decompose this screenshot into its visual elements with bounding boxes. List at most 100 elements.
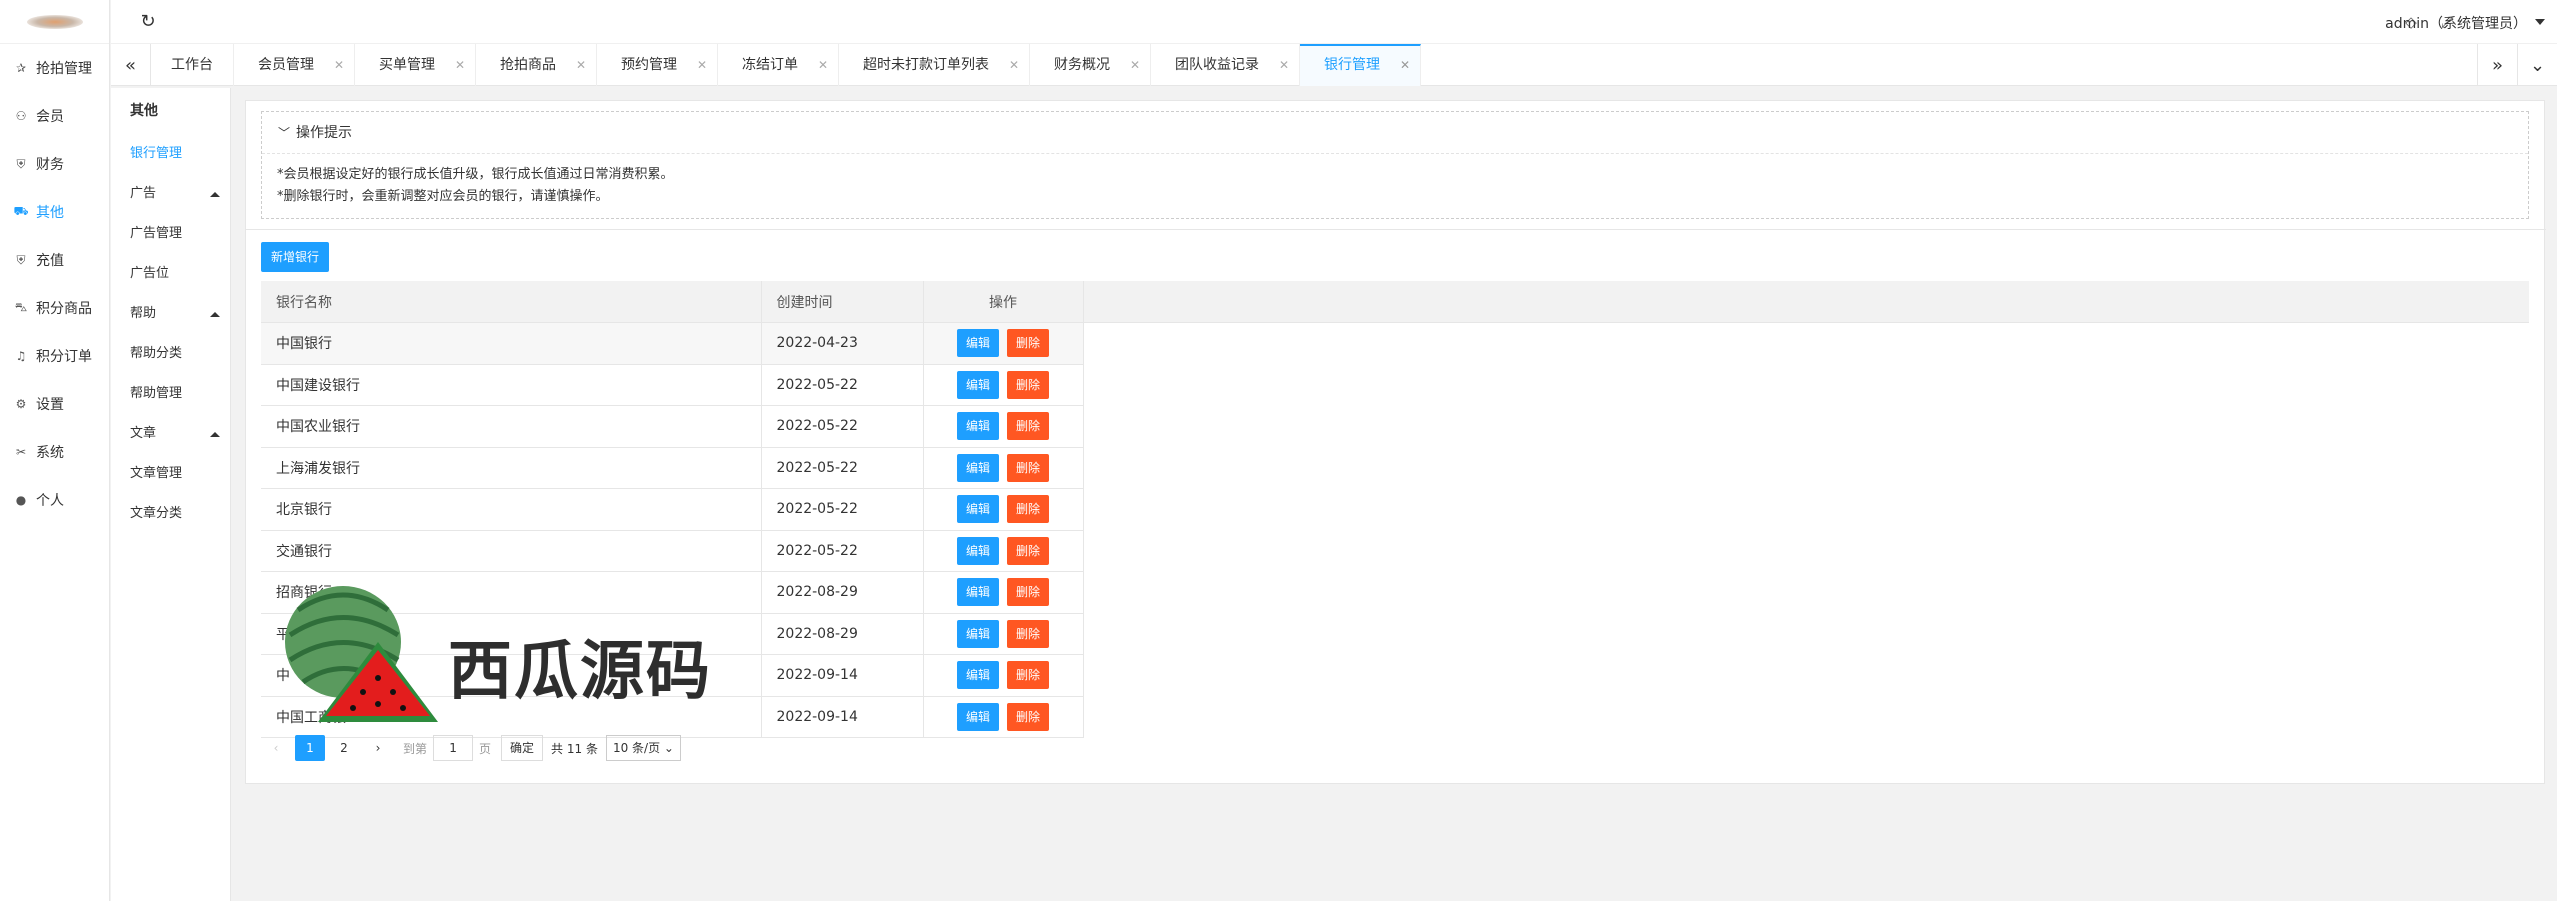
tips-header[interactable]: ﹀ 操作提示 (262, 112, 2528, 154)
cart-icon: ⛍ (14, 300, 28, 314)
tab-item[interactable]: 抢拍商品 ✕ (476, 44, 597, 86)
sidebar-item[interactable]: ⛍ 积分商品 (0, 284, 109, 332)
close-icon[interactable]: ✕ (1269, 44, 1299, 86)
edit-button[interactable]: 编辑 (956, 412, 999, 441)
prev-page-icon[interactable]: ‹ (261, 735, 291, 761)
tabs-scroll-left-icon[interactable]: « (111, 44, 151, 86)
sidebar-item[interactable]: ⚙ 设置 (0, 380, 109, 428)
total-count: 共 11 条 (551, 741, 598, 756)
cell-filler (1083, 572, 2529, 614)
tab-item[interactable]: 财务概况 ✕ (1030, 44, 1151, 86)
tab-label: 银行管理 (1324, 57, 1380, 73)
tab-item[interactable]: 冻结订单 ✕ (718, 44, 839, 86)
delete-button[interactable]: 删除 (1007, 619, 1050, 648)
delete-button[interactable]: 删除 (1007, 702, 1050, 731)
chevron-down-icon[interactable] (2535, 19, 2545, 25)
subnav-group-article[interactable]: 文章 (111, 414, 230, 454)
tab-item[interactable]: 预约管理 ✕ (597, 44, 718, 86)
tab-item[interactable]: 买单管理 ✕ (355, 44, 476, 86)
close-icon[interactable]: ✕ (566, 44, 596, 86)
edit-button[interactable]: 编辑 (956, 370, 999, 399)
tab-item[interactable]: 工作台 (151, 44, 234, 86)
goto-label: 到第 (403, 741, 428, 756)
delete-button[interactable]: 删除 (1007, 495, 1050, 524)
close-icon[interactable]: ✕ (445, 44, 475, 86)
tips-title: 操作提示 (296, 125, 353, 141)
subnav-title: 其他 (130, 103, 158, 119)
cell-created: 2022-05-22 (761, 488, 924, 531)
sidebar-item[interactable]: ⛨ 财务 (0, 140, 109, 188)
delete-button[interactable]: 删除 (1007, 453, 1050, 482)
tips-line: *会员根据设定好的银行成长值升级，银行成长值通过日常消费积累。 (277, 167, 674, 182)
refresh-icon[interactable]: ↻ (137, 11, 159, 33)
tab-label: 工作台 (171, 57, 213, 73)
subnav-item-article-category[interactable]: 文章分类 (111, 494, 230, 534)
tab-item[interactable]: 团队收益记录 ✕ (1151, 44, 1300, 86)
column-header-created[interactable]: 创建时间 (761, 281, 924, 323)
close-icon[interactable]: ✕ (324, 44, 354, 86)
subnav-item-ad-position[interactable]: 广告位 (111, 254, 230, 294)
sidebar-item[interactable]: ⛨ 充值 (0, 236, 109, 284)
delete-button[interactable]: 删除 (1007, 578, 1050, 607)
sidebar-item[interactable]: ✰ 抢拍管理 (0, 44, 109, 92)
close-icon[interactable]: ✕ (808, 44, 838, 86)
goto-page-input[interactable]: 1 (433, 735, 474, 761)
close-icon[interactable]: ✕ (999, 44, 1029, 86)
tab-item[interactable]: 会员管理 ✕ (234, 44, 355, 86)
subnav-item-bank[interactable]: 银行管理 (111, 134, 230, 174)
tab-item[interactable]: 超时未打款订单列表 ✕ (839, 44, 1030, 86)
delete-button[interactable]: 删除 (1007, 329, 1050, 358)
app-logo[interactable] (0, 0, 109, 44)
sidebar-item[interactable]: ● 个人 (0, 476, 109, 524)
delete-button[interactable]: 删除 (1007, 370, 1050, 399)
edit-button[interactable]: 编辑 (956, 495, 999, 524)
page-2[interactable]: 2 (329, 735, 359, 761)
close-icon[interactable]: ✕ (687, 44, 717, 86)
goto-confirm-button[interactable]: 确定 (501, 735, 544, 761)
cell-bank-name: 中国建设银行 (261, 364, 762, 406)
cell-ops: 编辑 删除 (923, 613, 1084, 655)
subnav-item-ad-manage[interactable]: 广告管理 (111, 214, 230, 254)
edit-button[interactable]: 编辑 (956, 536, 999, 565)
tab-label: 超时未打款订单列表 (863, 57, 989, 73)
close-icon[interactable]: ✕ (1120, 44, 1150, 86)
next-page-icon[interactable]: › (363, 735, 393, 761)
edit-button[interactable]: 编辑 (956, 661, 999, 690)
page-size-value: 10 条/页 (612, 741, 661, 755)
delete-button[interactable]: 删除 (1007, 412, 1050, 441)
column-header-filler (1083, 281, 2529, 323)
delete-button[interactable]: 删除 (1007, 536, 1050, 565)
sidebar-item[interactable]: ⛟ 其他 (0, 188, 109, 236)
add-bank-button[interactable]: 新增银行 (261, 242, 330, 272)
edit-button[interactable]: 编辑 (956, 578, 999, 607)
sidebar-item-label: 设置 (36, 397, 64, 413)
subnav-group-label: 广告 (130, 186, 157, 201)
tab-item[interactable]: 银行管理 ✕ (1300, 44, 1421, 86)
page-size-select[interactable]: 10 条/页 ⌄ (605, 735, 681, 761)
sidebar-item[interactable]: ♫ 积分订单 (0, 332, 109, 380)
edit-button[interactable]: 编辑 (956, 619, 999, 648)
table-header-row: 银行名称 创建时间 操作 (261, 281, 2529, 323)
sidebar-item[interactable]: ⚇ 会员 (0, 92, 109, 140)
cell-filler (1083, 406, 2529, 448)
subnav-group-ad[interactable]: 广告 (111, 174, 230, 214)
tabs-scroll-right-icon[interactable]: » (2477, 44, 2517, 86)
edit-button[interactable]: 编辑 (956, 453, 999, 482)
cell-filler (1083, 696, 2529, 738)
sidebar-item-label: 抢拍管理 (36, 61, 92, 77)
column-header-name[interactable]: 银行名称 (261, 281, 762, 323)
delete-button[interactable]: 删除 (1007, 661, 1050, 690)
subnav-item-help-manage[interactable]: 帮助管理 (111, 374, 230, 414)
subnav-item-help-category[interactable]: 帮助分类 (111, 334, 230, 374)
close-icon[interactable]: ✕ (1390, 46, 1420, 84)
tabs-menu-chevron-icon[interactable]: ⌄ (2517, 44, 2557, 86)
user-menu[interactable]: admin（系统管理员） (2385, 13, 2527, 33)
sidebar-item[interactable]: ✂ 系统 (0, 428, 109, 476)
subnav-group-help[interactable]: 帮助 (111, 294, 230, 334)
edit-button[interactable]: 编辑 (956, 702, 999, 731)
table-row: 中国农业银行 2022-05-22 编辑 删除 (261, 405, 2529, 448)
subnav-item-article-manage[interactable]: 文章管理 (111, 454, 230, 494)
edit-button[interactable]: 编辑 (956, 329, 999, 358)
page-1[interactable]: 1 (295, 735, 325, 761)
sidebar-item-label: 积分订单 (36, 349, 92, 365)
